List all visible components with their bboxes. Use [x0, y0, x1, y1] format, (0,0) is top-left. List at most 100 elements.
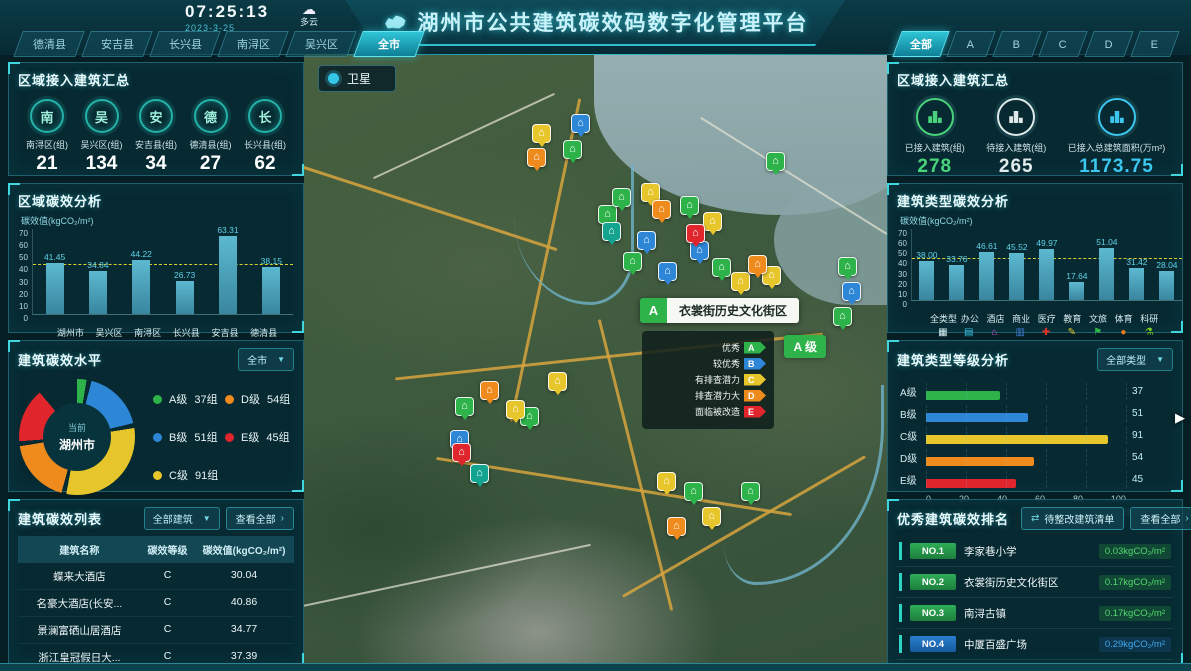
building-marker[interactable]: ⌂: [506, 400, 525, 419]
grade-tag: D: [744, 390, 766, 402]
grade-tab-D[interactable]: D: [1084, 31, 1133, 57]
type-dropdown[interactable]: 全部类型▼: [1097, 348, 1173, 371]
building-glyph: ⌂: [658, 204, 665, 215]
building-marker[interactable]: ⌂: [571, 114, 590, 133]
rectify-list-button[interactable]: ⇄待整改建筑清单: [1021, 507, 1124, 530]
grid-line: [1126, 405, 1127, 422]
cell-name: 名豪大酒店(长安...: [22, 596, 137, 611]
next-page-arrow[interactable]: ▶: [1175, 410, 1185, 426]
hbar[interactable]: [926, 457, 1034, 466]
building-marker[interactable]: ⌂: [532, 124, 551, 143]
building-marker[interactable]: ⌂: [527, 148, 546, 167]
building-marker[interactable]: ⌂: [703, 212, 722, 231]
building-marker[interactable]: ⌂: [623, 252, 642, 271]
bar[interactable]: [1099, 248, 1114, 300]
y-tick: 30: [898, 270, 907, 279]
building-marker[interactable]: ⌂: [842, 282, 861, 301]
panel-ranking: 优秀建筑碳效排名 ⇄待整改建筑清单 查看全部› NO.1李家巷小学0.03kgC…: [887, 499, 1183, 665]
bar[interactable]: [1159, 271, 1174, 300]
ranking-row[interactable]: NO.2衣裳街历史文化街区0.17kgCO₂/m²: [897, 567, 1173, 598]
bar[interactable]: [979, 252, 994, 300]
y-axis-label: 碳效值(kgCO₂/m²): [900, 214, 1172, 227]
region-tab-长兴县[interactable]: 长兴县: [149, 31, 220, 57]
grade-tab-A[interactable]: A: [946, 31, 995, 57]
bar[interactable]: [1129, 268, 1144, 300]
building-tooltip[interactable]: A 衣裳街历史文化街区: [640, 298, 799, 323]
region-tab-吴兴区[interactable]: 吴兴区: [285, 31, 356, 57]
table-row[interactable]: 蝶来大酒店C30.04: [18, 563, 294, 590]
building-marker[interactable]: ⌂: [748, 255, 767, 274]
bar[interactable]: [46, 263, 64, 314]
region-tab-德清县[interactable]: 德清县: [13, 31, 84, 57]
building-marker[interactable]: ⌂: [563, 140, 582, 159]
table-row[interactable]: 名豪大酒店(长安...C40.86: [18, 590, 294, 617]
building-marker[interactable]: ⌂: [480, 381, 499, 400]
building-marker[interactable]: ⌂: [452, 443, 471, 462]
bar[interactable]: [1009, 253, 1024, 300]
bar[interactable]: [1039, 249, 1054, 300]
building-marker[interactable]: ⌂: [667, 517, 686, 536]
dropdown-value: 全市: [247, 352, 267, 367]
bar[interactable]: [132, 260, 150, 314]
building-marker[interactable]: ⌂: [766, 152, 785, 171]
stat-value: 27: [185, 153, 237, 175]
region-tab-南浔区[interactable]: 南浔区: [217, 31, 288, 57]
grade-tab-C[interactable]: C: [1038, 31, 1087, 57]
building-marker[interactable]: ⌂: [686, 224, 705, 243]
hbar[interactable]: [926, 413, 1028, 422]
table-row[interactable]: 景澜富硒山居酒店C34.77: [18, 617, 294, 644]
bar-value: 41.45: [44, 252, 65, 262]
bar[interactable]: [919, 261, 934, 300]
building-filter-dropdown[interactable]: 全部建筑▼: [144, 507, 220, 530]
view-all-button[interactable]: 查看全部›: [1130, 507, 1191, 530]
building-marker[interactable]: ⌂: [612, 188, 631, 207]
ranking-row[interactable]: NO.3南浔古镇0.17kgCO₂/m²: [897, 598, 1173, 629]
satellite-label: 卫星: [347, 70, 371, 87]
building-marker[interactable]: ⌂: [712, 258, 731, 277]
region-tab-全市[interactable]: 全市: [353, 31, 424, 57]
legend-label: A级: [169, 391, 187, 407]
region-stat: 安安吉县(组)34: [130, 99, 182, 175]
x-tick-label: 文旅: [1085, 312, 1111, 325]
bar[interactable]: [1069, 282, 1084, 300]
bar[interactable]: [949, 265, 964, 300]
building-marker[interactable]: ⌂: [637, 231, 656, 250]
building-marker[interactable]: ⌂: [548, 372, 567, 391]
building-marker[interactable]: ⌂: [470, 464, 489, 483]
x-tick-label: 吴兴区: [94, 326, 124, 339]
map-canvas[interactable]: 卫星 A 衣裳街历史文化街区 A 级 优秀A较优秀B有排查潜力C排查潜力大D面临…: [304, 55, 887, 663]
building-marker[interactable]: ⌂: [658, 262, 677, 281]
ranking-row[interactable]: NO.4中厦百盛广场0.29kgCO₂/m²: [897, 629, 1173, 660]
region-tab-安吉县[interactable]: 安吉县: [81, 31, 152, 57]
grade-tab-E[interactable]: E: [1130, 31, 1179, 57]
building-marker[interactable]: ⌂: [680, 196, 699, 215]
grade-tab-B[interactable]: B: [992, 31, 1041, 57]
building-marker[interactable]: ⌂: [455, 397, 474, 416]
building-marker[interactable]: ⌂: [731, 272, 750, 291]
building-marker[interactable]: ⌂: [602, 222, 621, 241]
ranking-row[interactable]: NO.1李家巷小学0.03kgCO₂/m²: [897, 536, 1173, 567]
building-marker[interactable]: ⌂: [838, 257, 857, 276]
bar[interactable]: [262, 267, 280, 314]
grid-line: [1046, 383, 1047, 400]
building-marker[interactable]: ⌂: [652, 200, 671, 219]
bar[interactable]: [176, 281, 194, 314]
satellite-toggle[interactable]: 卫星: [318, 65, 396, 92]
donut-center: 当前 湖州市: [43, 403, 111, 471]
building-marker[interactable]: ⌂: [741, 482, 760, 501]
bar[interactable]: [89, 271, 107, 314]
y-tick: 40: [19, 265, 28, 274]
hbar[interactable]: [926, 391, 1000, 400]
tab-label: D: [1105, 39, 1113, 51]
building-marker[interactable]: ⌂: [702, 507, 721, 526]
bar[interactable]: [219, 236, 237, 314]
building-marker[interactable]: ⌂: [684, 482, 703, 501]
legend-count: 91组: [195, 467, 218, 483]
building-marker[interactable]: ⌂: [833, 307, 852, 326]
hbar[interactable]: [926, 479, 1016, 488]
grade-tab-全部[interactable]: 全部: [892, 31, 949, 57]
city-dropdown[interactable]: 全市▼: [238, 348, 294, 371]
view-all-button[interactable]: 查看全部›: [226, 507, 294, 530]
building-marker[interactable]: ⌂: [657, 472, 676, 491]
hbar[interactable]: [926, 435, 1108, 444]
